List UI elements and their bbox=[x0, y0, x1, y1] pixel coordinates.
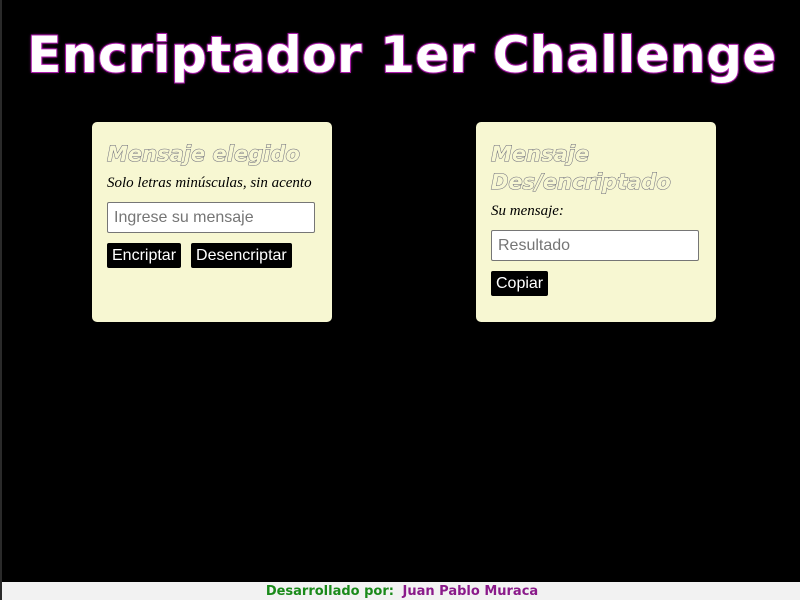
footer-label: Desarrollado por: bbox=[265, 584, 394, 599]
result-field[interactable] bbox=[491, 230, 699, 261]
encrypt-button[interactable]: Encriptar bbox=[107, 243, 182, 268]
footer-author: Juan Pablo Muraca bbox=[402, 584, 539, 599]
footer: Desarrollado por: Juan Pablo Muraca bbox=[2, 582, 800, 600]
input-instruction: Solo letras minúsculas, sin acento bbox=[107, 175, 312, 191]
page-title: Encriptador 1er Challenge bbox=[26, 25, 777, 85]
message-input[interactable] bbox=[107, 202, 315, 233]
decrypt-button[interactable]: Desencriptar bbox=[191, 243, 292, 268]
input-card-heading: Mensaje elegido bbox=[107, 142, 301, 167]
action-buttons: Encriptar Desencriptar bbox=[107, 243, 317, 268]
page: Encriptador 1er Challenge Mensaje elegid… bbox=[0, 0, 800, 600]
copy-button[interactable]: Copiar bbox=[491, 271, 549, 296]
output-card-heading: Mensaje Des/encriptado bbox=[491, 142, 672, 195]
output-card: Mensaje Des/encriptado Su mensaje: Copia… bbox=[476, 122, 716, 322]
result-label: Su mensaje: bbox=[491, 203, 564, 219]
input-card: Mensaje elegido Solo letras minúsculas, … bbox=[92, 122, 332, 322]
